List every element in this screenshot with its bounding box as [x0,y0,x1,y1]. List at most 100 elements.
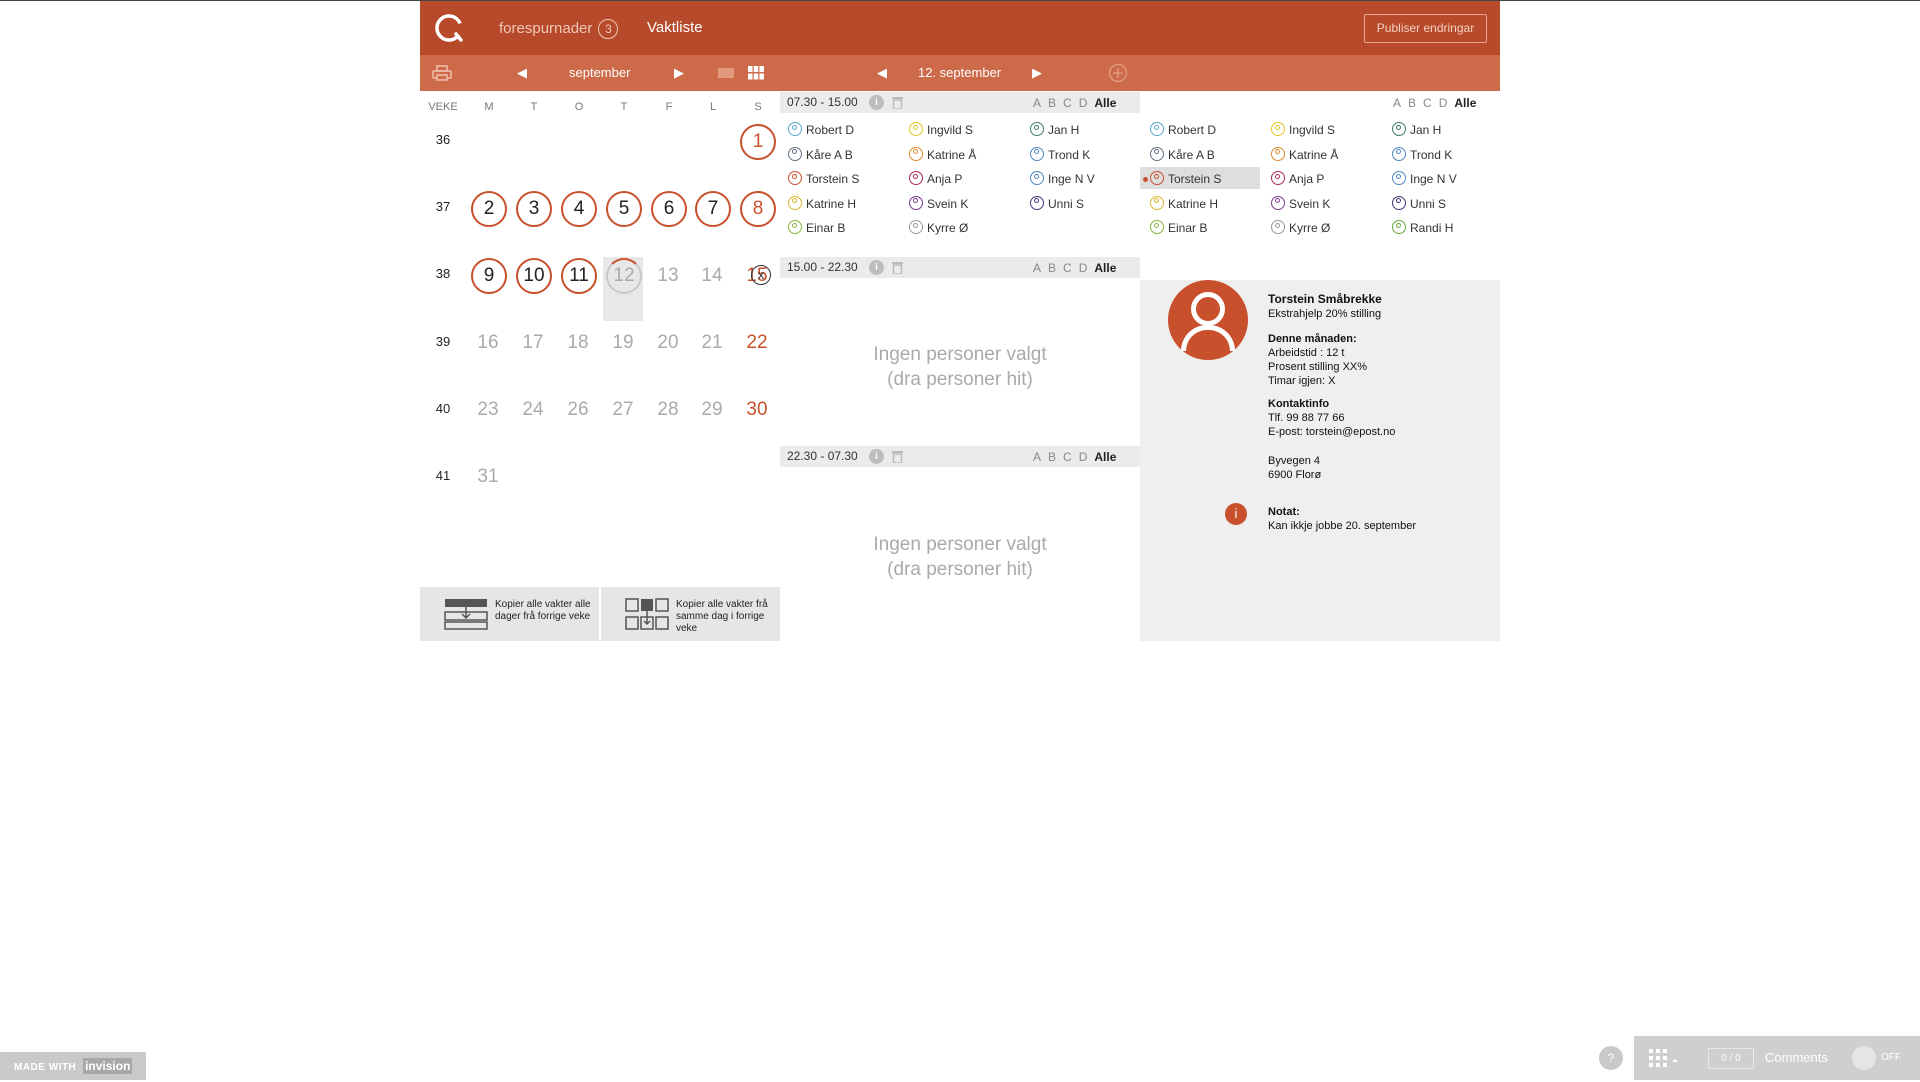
filter-a[interactable]: A [1033,96,1041,110]
comments-bar: 0 / 0 Comments OFF [1634,1036,1920,1080]
person-avatar-icon [1392,146,1406,161]
shift-drop-zone[interactable]: Ingen personer valgt (dra personer hit) [780,532,1140,582]
week-number: 38 [435,266,451,281]
day-header-tue: T [530,101,538,113]
calendar-day[interactable]: 21 [695,326,729,360]
day-header-wed: O [574,101,584,113]
info-icon[interactable]: i [869,260,884,275]
calendar-day[interactable]: 24 [516,393,550,427]
calendar-day[interactable]: 11 [561,258,597,294]
nav-requests[interactable]: forespurnader 3 [499,19,619,39]
calendar-day[interactable]: 9 [471,258,507,294]
list-view-icon[interactable] [718,67,734,79]
filter-c[interactable]: C [1423,96,1432,110]
comment-counter: 0 / 0 [1708,1048,1754,1069]
shift-drop-zone[interactable]: Ingen personer valgt (dra personer hit) [780,342,1140,392]
calendar-day[interactable]: 4 [561,191,597,227]
nav-roster[interactable]: Vaktliste [647,19,703,36]
month-title: Denne månaden: [1268,333,1357,345]
prev-day-button[interactable]: ◀ [877,55,887,91]
calendar-day[interactable]: 13 [651,259,685,293]
profile-name: Torstein Småbrekke [1268,292,1382,306]
filter-a[interactable]: A [1393,96,1401,110]
add-shift-icon[interactable] [1108,63,1128,83]
calendar-day[interactable]: 29 [695,393,729,427]
comments-label[interactable]: Comments [1765,1050,1828,1065]
calendar-day[interactable]: 14 [695,259,729,293]
filter-b[interactable]: B [1408,96,1416,110]
calendar-day[interactable]: 10 [516,258,552,294]
calendar-day[interactable]: 23 [471,393,505,427]
filter-c[interactable]: C [1063,450,1072,464]
filter-a[interactable]: A [1033,261,1041,275]
person-name: Torstein S [806,172,860,186]
person-name: Torstein S [1168,172,1222,186]
filter-c[interactable]: C [1063,261,1072,275]
calendar-day[interactable]: 6 [651,191,687,227]
copy-day-button[interactable]: Kopier alle vakter frå samme dag i forri… [601,587,780,641]
help-button[interactable]: ? [1599,1046,1623,1070]
next-day-button[interactable]: ▶ [1032,55,1042,91]
filter-a[interactable]: A [1033,450,1041,464]
calendar-day[interactable]: 30 [740,393,774,427]
calendar-day[interactable]: 18 [561,326,595,360]
trash-icon[interactable] [892,261,903,274]
copy-actions: Kopier alle vakter alle dager frå forrig… [420,587,780,641]
calendar-day[interactable]: 3 [516,191,552,227]
calendar-day[interactable]: 22 [740,326,774,360]
filter-d[interactable]: D [1079,261,1088,275]
calendar-day[interactable]: 1 [740,124,776,160]
filter-group: A B C D Alle [1033,450,1116,464]
trash-icon[interactable] [892,450,903,463]
selected-marker [1143,177,1148,182]
calendar-day[interactable]: 26 [561,393,595,427]
person-name: Katrine H [1168,196,1219,211]
filter-b[interactable]: B [1048,450,1056,464]
person-avatar-icon [1271,220,1285,234]
calendar-day[interactable]: 20 [651,326,685,360]
calendar-day[interactable]: 19 [606,326,640,360]
person-name: Trond K [1048,147,1091,162]
month-label: september [569,65,631,80]
filter-d[interactable]: D [1439,96,1448,110]
filter-b[interactable]: B [1048,261,1056,275]
calendar-day[interactable]: 31 [471,460,505,494]
profile-contact: Kontaktinfo Tlf. 99 88 77 66 E-post: tor… [1268,397,1395,439]
calendar-day[interactable]: 2 [471,191,507,227]
invision-badge[interactable]: MADE WITH invision [0,1052,146,1080]
calendar-day[interactable]: 7 [695,191,731,227]
person-name: Katrine Å [1289,147,1339,162]
print-icon[interactable] [432,65,452,81]
info-icon[interactable]: i [869,95,884,110]
next-month-button[interactable]: ▶ [674,55,684,91]
filter-all[interactable]: Alle [1094,261,1116,275]
filter-all[interactable]: Alle [1094,96,1116,110]
filter-c[interactable]: C [1063,96,1072,110]
week-number: 40 [435,401,451,416]
comments-toggle[interactable]: OFF [1852,1046,1912,1070]
trash-icon[interactable] [892,96,903,109]
filter-all[interactable]: Alle [1454,96,1476,110]
calendar-day[interactable]: 5 [606,191,642,227]
calendar-day[interactable]: 27 [606,393,640,427]
person-avatar-icon [909,171,923,185]
copy-week-button[interactable]: Kopier alle vakter alle dager frå forrig… [420,587,599,641]
filter-d[interactable]: D [1079,450,1088,464]
calendar-day[interactable]: 17 [516,326,550,360]
note-text: Kan ikkje jobbe 20. september [1268,520,1416,532]
info-icon[interactable]: i [869,449,884,464]
publish-button[interactable]: Publiser endringar [1364,14,1487,43]
calendar-day[interactable]: 8 [740,191,776,227]
filter-b[interactable]: B [1048,96,1056,110]
filter-all[interactable]: Alle [1094,450,1116,464]
close-panel-button[interactable]: x [751,265,771,285]
prev-month-button[interactable]: ◀ [517,55,527,91]
week-number: 37 [435,199,451,214]
calendar-day[interactable]: 28 [651,393,685,427]
person-name: Unni S [1410,196,1447,211]
grid-view-icon[interactable] [748,66,764,80]
calendar-day[interactable]: 16 [471,326,505,360]
apps-grid-icon[interactable] [1649,1049,1679,1069]
calendar-day-selected[interactable]: 12 [606,258,642,294]
filter-d[interactable]: D [1079,96,1088,110]
